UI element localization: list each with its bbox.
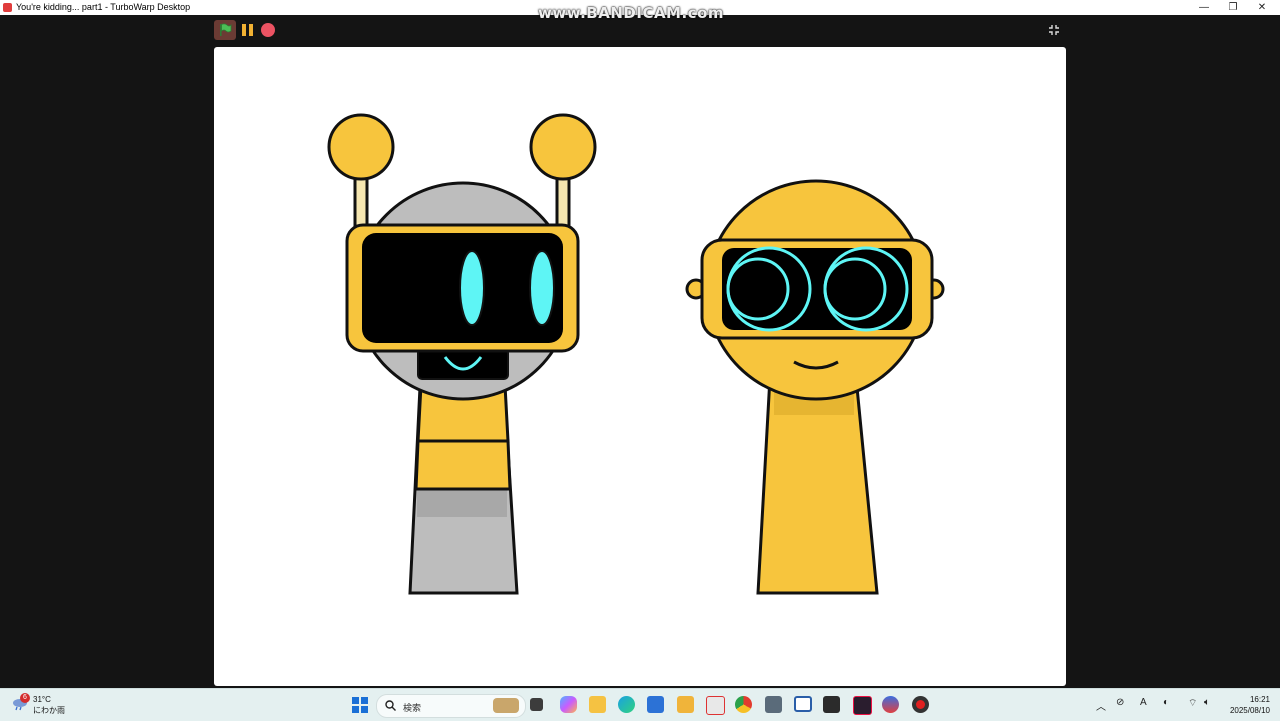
pause-icon [248,24,253,36]
wifi-icon[interactable]: ⌔ [1188,697,1197,710]
windows-start-button[interactable] [352,697,368,713]
robot-left-antenna [353,173,369,233]
turbowarp-app-icon [3,3,12,12]
turbowarp-taskbar-icon[interactable] [706,696,725,715]
notes-icon[interactable] [677,696,694,713]
player-controls [214,20,1066,42]
minimize-button[interactable]: — [1188,0,1220,15]
windows-logo-icon [352,697,359,704]
ime-mode-icon[interactable]: ◐ [1163,697,1169,708]
robot-left-antenna-ball [327,113,395,181]
bandicam-icon[interactable] [912,696,929,713]
goggle-character-sprite[interactable] [685,179,945,595]
chevron-up-icon[interactable]: ︿ [1096,698,1106,713]
stop-button[interactable] [261,23,275,37]
minimize-icon: — [1199,2,1209,13]
robot-right-antenna [555,173,571,233]
green-flag-icon [220,23,232,36]
windows-logo-icon [352,706,359,713]
weather-alert-badge: 6 [20,693,30,703]
pause-icon [241,24,246,36]
robot-body-shadow [417,487,507,517]
audio-editor-icon[interactable] [823,696,840,713]
exit-fullscreen-button[interactable] [1044,20,1064,40]
robot-right-eye [529,250,555,326]
windows-logo-icon [361,706,368,713]
edge-icon[interactable] [618,696,635,713]
close-icon: ✕ [1257,2,1267,13]
close-button[interactable]: ✕ [1246,0,1278,15]
network-off-icon[interactable]: ⊘ [1116,697,1124,708]
clock-date: 2025/08/10 [1229,706,1270,715]
store-icon[interactable] [647,696,664,713]
window-title: You're kidding... part1 - TurboWarp Desk… [16,2,191,12]
weather-temperature: 31°C [33,695,51,704]
search-placeholder: 検索 [403,703,422,713]
window-app-icon[interactable] [794,696,812,712]
robot-sprite[interactable] [327,113,597,595]
pause-button[interactable] [240,23,254,37]
search-icon [385,700,396,711]
robot-mouth-screen [417,348,509,380]
robot-right-antenna-ball [529,113,597,181]
restore-button[interactable]: ❐ [1217,0,1249,15]
calculator-icon[interactable] [765,696,782,713]
weather-condition: にわか雨 [33,706,65,715]
copilot-icon[interactable] [560,696,577,713]
stage-canvas[interactable] [214,47,1066,686]
app-a-icon[interactable] [853,696,872,715]
chrome-icon[interactable] [735,696,752,713]
restore-icon: ❐ [1228,2,1238,13]
robot-left-eye [459,250,485,326]
record-dot-icon [916,700,925,709]
taskbar-clock[interactable]: 16:21 2025/08/10 [1226,694,1270,716]
file-explorer-icon[interactable] [589,696,606,713]
clock-time: 16:21 [1249,695,1270,704]
headset-app-icon[interactable] [882,696,899,713]
robot-neck-band-2 [414,439,512,491]
task-view-icon[interactable] [530,698,543,711]
volume-icon[interactable]: 🔈︎ [1204,697,1210,708]
windows-taskbar: 6 31°C にわか雨 検索 ︿ ⊘ A ◐ ⌔ 🔈︎ 16:21 2025/0… [0,688,1280,721]
taskbar-search-box[interactable]: 検索 [376,694,526,718]
exit-fullscreen-icon [1049,25,1059,35]
green-flag-button[interactable] [214,20,236,40]
search-highlight-image [493,698,519,713]
windows-logo-icon [361,697,368,704]
ime-indicator-icon[interactable]: A [1140,697,1147,708]
